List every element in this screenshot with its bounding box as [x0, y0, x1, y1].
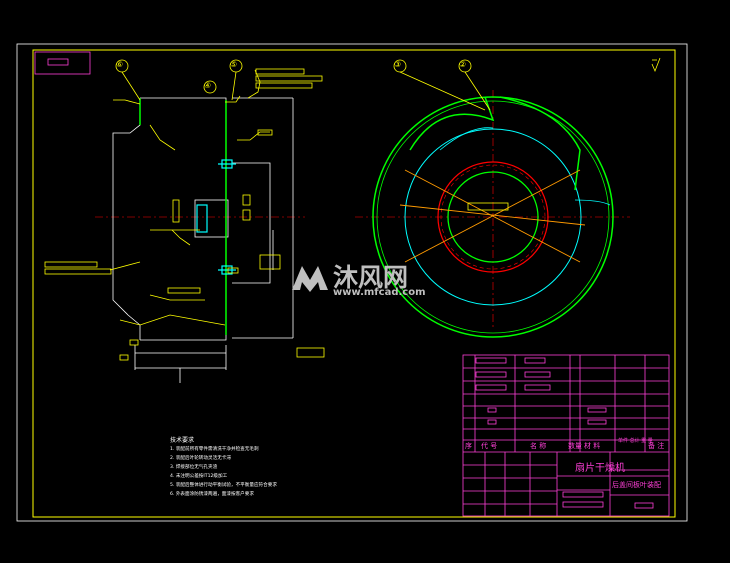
title-block: [462, 354, 670, 517]
balloon-label-4: ④: [204, 81, 212, 90]
notes-line-1: 1. 装配前所有零件需清洗干净并检查无毛刺: [170, 447, 259, 452]
balloon-label-2: ②: [459, 60, 467, 69]
roughness-symbol: [651, 57, 661, 73]
notes-line-6: 6. 外表面涂防锈漆两遍，面漆按客户要求: [170, 492, 254, 497]
balloon-label-5: ⑤: [230, 60, 238, 69]
header-code: 代 号: [481, 442, 498, 450]
watermark-logo-icon: [292, 266, 328, 292]
notes-heading: 技术要求: [170, 437, 195, 444]
header-remarks: 备 注: [648, 442, 665, 450]
section-view: [44, 59, 325, 383]
balloon-label-6: ⑥: [116, 60, 124, 69]
notes-line-4: 4. 未注明公差按IT12级加工: [170, 474, 228, 479]
notes-line-3: 3. 焊接部位无气孔夹渣: [170, 465, 218, 470]
watermark-logo: [289, 262, 331, 294]
balloon-label-3: ③: [394, 60, 402, 69]
notes-line-2: 2. 装配后叶轮转动灵活无卡滞: [170, 456, 231, 461]
drawing-number-inner: [47, 58, 69, 66]
title-block-title: 扇片干燥机: [575, 463, 625, 474]
drawing-number-box: [34, 51, 91, 75]
watermark-url: www.mfcad.com: [333, 287, 426, 298]
header-seq: 序: [465, 442, 472, 450]
header-material: 材 料: [584, 442, 601, 450]
header-qty: 数量: [568, 442, 582, 450]
header-name: 名 称: [530, 442, 547, 450]
title-block-subtitle: 后盖间板叶装配: [612, 481, 661, 489]
notes-line-5: 5. 装配后整体进行动平衡试验，不平衡量应符合要求: [170, 483, 277, 488]
